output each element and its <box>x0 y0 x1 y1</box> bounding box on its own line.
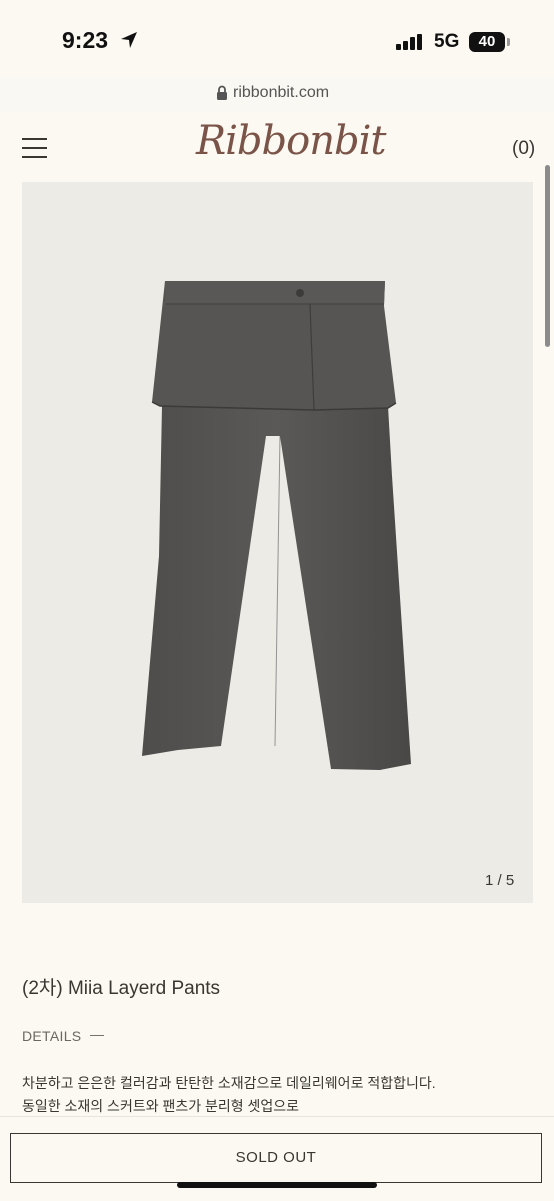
product-title: (2차) Miia Layerd Pants <box>22 978 221 999</box>
description-line-2: 동일한 소재의 스커트와 팬츠가 분리형 셋업으로 <box>22 1098 300 1114</box>
gallery-counter: 1 / 5 <box>485 872 515 889</box>
site-logo[interactable]: Ribbonbit <box>196 118 386 164</box>
battery-icon: 40 <box>469 32 505 52</box>
network-label: 5G <box>434 31 460 52</box>
menu-icon[interactable] <box>22 138 47 160</box>
home-indicator[interactable] <box>177 1182 377 1188</box>
location-arrow-icon <box>121 32 137 48</box>
status-time: 9:23 <box>62 27 109 53</box>
product-image <box>142 281 411 770</box>
signal-icon <box>396 34 422 50</box>
url-text[interactable]: ribbonbit.com <box>233 84 329 102</box>
product-gallery[interactable]: 1 / 5 <box>22 182 533 903</box>
details-collapse-icon[interactable]: — <box>90 1026 104 1042</box>
cart-button[interactable]: (0) <box>512 138 535 160</box>
sold-out-button[interactable]: SOLD OUT <box>10 1133 542 1183</box>
scrollbar[interactable] <box>545 165 550 347</box>
lock-icon <box>217 85 227 100</box>
battery-nub <box>507 38 510 46</box>
details-toggle[interactable]: DETAILS <box>22 1028 81 1044</box>
description-line-1: 차분하고 은은한 컬러감과 탄탄한 소재감으로 데일리웨어로 적합합니다. <box>22 1075 436 1091</box>
